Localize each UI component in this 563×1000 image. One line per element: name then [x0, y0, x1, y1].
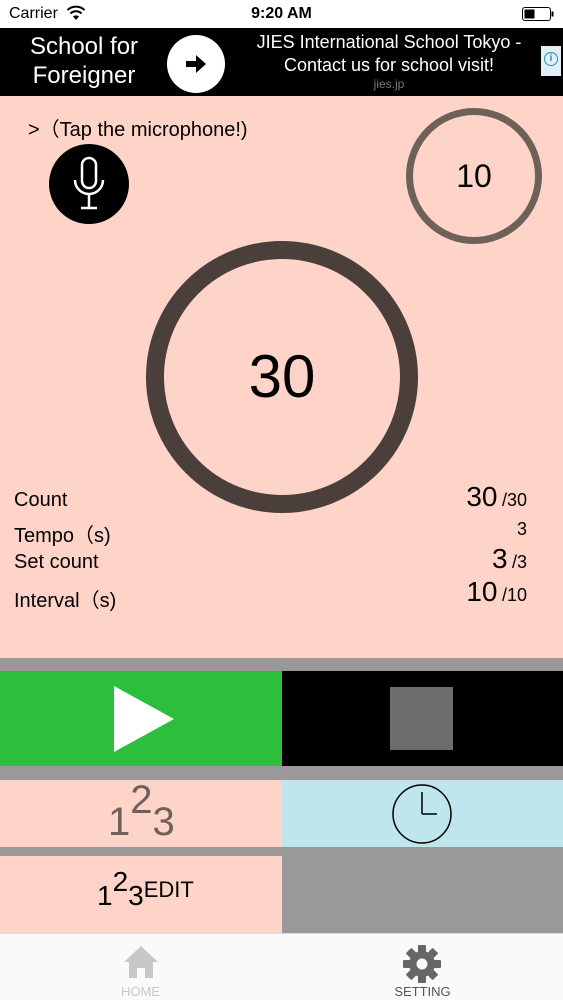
interval-value: 10 /10 [466, 576, 527, 608]
interval-timer-ring: 10 [406, 108, 542, 244]
interval-current: 10 [466, 576, 498, 607]
stop-icon [390, 687, 453, 750]
tab-home[interactable]: HOME [0, 934, 281, 1000]
empty-panel [282, 856, 563, 933]
status-bar: Carrier 9:20 AM [0, 0, 563, 28]
tempo-current: 3 [516, 519, 527, 539]
clock-time: 9:20 AM [251, 5, 312, 22]
ad-domain: jies.jp [373, 77, 405, 91]
count-current: 30 [466, 481, 498, 512]
set-count-total: /3 [511, 552, 527, 572]
count-mode-icon: 123 [108, 778, 175, 844]
divider [0, 847, 563, 856]
interval-total: /10 [501, 585, 527, 605]
set-count-label: Set count [14, 551, 99, 573]
tempo-value: 3 [517, 519, 527, 540]
microphone-button[interactable] [49, 144, 129, 224]
interval-label: Interval（s) [14, 590, 117, 612]
ad-title: School for Foreigner [29, 33, 139, 89]
set-count-current: 3 [491, 543, 508, 574]
count-mode-button[interactable]: 123 [0, 778, 282, 847]
ad-headline: JIES International School Tokyo - Contac… [256, 32, 522, 75]
microphone-hint: >（Tap the microphone!) [28, 119, 248, 141]
play-button[interactable] [0, 671, 282, 766]
clock-icon [392, 784, 452, 844]
tempo-label: Tempo（s) [14, 525, 111, 547]
edit-button[interactable]: 123EDIT [0, 856, 282, 923]
main-counter-ring: 30 [146, 241, 418, 513]
tab-bar: HOME SETTING [0, 933, 563, 1000]
divider [0, 658, 563, 671]
edit-label: EDIT [143, 877, 194, 902]
edit-icon: 123EDIT [97, 866, 194, 911]
tab-setting-label: SETTING [394, 984, 451, 999]
adchoices-button[interactable]: i [541, 46, 561, 76]
gear-icon [403, 945, 441, 983]
timer-mode-button[interactable] [282, 780, 563, 847]
main-counter-value: 30 [248, 343, 316, 410]
divider [0, 766, 563, 780]
count-value: 30 /30 [466, 481, 527, 513]
interval-timer-value: 10 [456, 158, 492, 194]
microphone-icon [73, 156, 105, 210]
arrow-right-icon [186, 55, 206, 73]
ad-arrow-button[interactable] [167, 35, 225, 93]
stop-button[interactable] [282, 671, 563, 766]
set-count-value: 3 /3 [492, 543, 527, 575]
tab-home-label: HOME [121, 984, 160, 999]
tab-setting[interactable]: SETTING [282, 934, 563, 1000]
battery-icon [522, 7, 554, 21]
ad-banner[interactable]: School for Foreigner JIES International … [0, 28, 563, 96]
count-total: /30 [501, 490, 527, 510]
count-label: Count [14, 489, 68, 511]
home-icon [124, 946, 158, 978]
info-icon: i [544, 52, 558, 66]
play-icon [114, 686, 174, 752]
